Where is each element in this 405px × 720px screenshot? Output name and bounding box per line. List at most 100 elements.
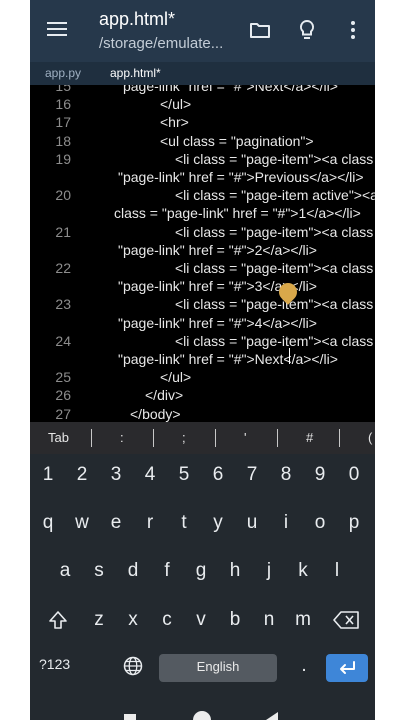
code-line: </ul> xyxy=(160,96,192,113)
file-tabs: app.py app.html* xyxy=(30,62,375,85)
symbol-key[interactable]: ; xyxy=(182,430,186,445)
line-number: 27 xyxy=(55,405,71,422)
key-r[interactable]: r xyxy=(135,512,165,534)
line-number: 23 xyxy=(55,296,71,313)
app-toolbar: app.html* /storage/emulate... xyxy=(30,0,375,62)
key-2[interactable]: 2 xyxy=(67,464,97,486)
lightbulb-icon[interactable] xyxy=(295,18,319,42)
key-s[interactable]: s xyxy=(84,560,114,582)
more-vertical-icon[interactable] xyxy=(341,18,365,42)
line-number: 18 xyxy=(55,132,71,149)
symbol-key[interactable]: ' xyxy=(244,430,246,445)
key-k[interactable]: k xyxy=(288,560,318,582)
enter-key[interactable] xyxy=(326,654,368,682)
file-path: /storage/emulate... xyxy=(99,35,224,52)
symbol-key[interactable]: : xyxy=(120,430,124,445)
key-p[interactable]: p xyxy=(339,512,369,534)
key-h[interactable]: h xyxy=(220,560,250,582)
key-9[interactable]: 9 xyxy=(305,464,335,486)
code-editor[interactable]: 15 16 17 18 19 20 21 22 23 24 25 26 27 "page-link" h… xyxy=(30,85,375,422)
phone-screen: app.html* /storage/emulate... app.py app… xyxy=(30,0,375,720)
nav-back-button[interactable] xyxy=(266,712,278,720)
key-l[interactable]: l xyxy=(322,560,352,582)
symbol-separator xyxy=(277,429,278,447)
code-line: <li class = "page-item"><a class = xyxy=(175,332,375,349)
code-line: "page-link" href = "#">Next</a></li> xyxy=(118,85,338,94)
code-line: <li class = "page-item"><a class = xyxy=(175,150,375,167)
key-6[interactable]: 6 xyxy=(203,464,233,486)
key-8[interactable]: 8 xyxy=(271,464,301,486)
symbol-separator xyxy=(339,429,340,447)
symbol-key[interactable]: # xyxy=(306,430,313,445)
enter-icon xyxy=(340,661,355,674)
symbol-key[interactable]: ( xyxy=(368,430,372,445)
key-m[interactable]: m xyxy=(288,609,318,631)
key-c[interactable]: c xyxy=(152,609,182,631)
backspace-icon[interactable] xyxy=(333,611,359,629)
code-line: </body> xyxy=(130,405,181,422)
key-n[interactable]: n xyxy=(254,609,284,631)
key-0[interactable]: 0 xyxy=(339,464,369,486)
line-number: 22 xyxy=(55,260,71,276)
space-bar[interactable]: English xyxy=(159,654,277,682)
code-line: <ul class = "pagination"> xyxy=(160,132,314,149)
hamburger-menu-icon[interactable] xyxy=(47,21,67,37)
key-t[interactable]: t xyxy=(169,512,199,534)
line-number: 21 xyxy=(55,223,71,240)
key-g[interactable]: g xyxy=(186,560,216,582)
symbol-separator xyxy=(153,429,154,447)
code-line: <li class = "page-item"><a class = xyxy=(175,223,375,240)
code-line: "page-link" href = "#">4</a></li> xyxy=(118,314,317,331)
code-line: class = "page-link" href = "#">1</a></li… xyxy=(114,205,361,222)
symbols-key[interactable]: ?123 xyxy=(39,656,70,672)
key-v[interactable]: v xyxy=(186,609,216,631)
key-period[interactable]: . xyxy=(289,655,319,677)
key-5[interactable]: 5 xyxy=(169,464,199,486)
key-o[interactable]: o xyxy=(305,512,335,534)
key-z[interactable]: z xyxy=(84,609,114,631)
key-w[interactable]: w xyxy=(67,512,97,534)
code-line: "page-link" href = "#">Previous</a></li> xyxy=(118,169,364,185)
symbol-separator xyxy=(91,429,92,447)
shift-icon[interactable] xyxy=(47,609,69,631)
key-7[interactable]: 7 xyxy=(237,464,267,486)
line-number: 16 xyxy=(55,96,71,113)
line-number: 15 xyxy=(55,85,71,94)
code-line: <hr> xyxy=(160,114,189,131)
line-number: 25 xyxy=(55,369,71,386)
symbol-separator xyxy=(215,429,216,447)
key-1[interactable]: 1 xyxy=(33,464,63,486)
key-a[interactable]: a xyxy=(50,560,80,582)
key-j[interactable]: j xyxy=(254,560,284,582)
line-number: 24 xyxy=(55,332,71,349)
key-f[interactable]: f xyxy=(152,560,182,582)
key-q[interactable]: q xyxy=(33,512,63,534)
code-line: </div> xyxy=(145,387,184,404)
line-number: 26 xyxy=(55,387,71,404)
code-line: <li class = "page-item"><a class = xyxy=(175,296,375,313)
file-title: app.html* xyxy=(99,9,176,29)
key-e[interactable]: e xyxy=(101,512,131,534)
code-line: "page-link" href = "#">Next</a></li> xyxy=(118,351,338,367)
key-3[interactable]: 3 xyxy=(101,464,131,486)
key-x[interactable]: x xyxy=(118,609,148,631)
code-line: <li class = "page-item active"><a xyxy=(175,187,375,204)
tab-app-html[interactable]: app.html* xyxy=(110,66,161,80)
key-4[interactable]: 4 xyxy=(135,464,165,486)
key-u[interactable]: u xyxy=(237,512,267,534)
globe-icon[interactable] xyxy=(122,655,144,677)
line-number: 20 xyxy=(55,187,71,204)
nav-recents-button[interactable] xyxy=(124,714,136,720)
soft-keyboard: ?123 English . 1234567890 qwertyuiop asdfg… xyxy=(30,454,375,720)
line-number: 17 xyxy=(55,114,71,131)
tab-app-py[interactable]: app.py xyxy=(45,66,81,80)
line-number: 19 xyxy=(55,150,71,167)
key-d[interactable]: d xyxy=(118,560,148,582)
key-b[interactable]: b xyxy=(220,609,250,631)
symbol-key[interactable]: Tab xyxy=(48,430,69,445)
key-i[interactable]: i xyxy=(271,512,301,534)
space-bar-label: English xyxy=(196,659,240,674)
key-y[interactable]: y xyxy=(203,512,233,534)
symbol-bar: Tab:; ' # ( xyxy=(30,422,375,454)
folder-icon[interactable] xyxy=(248,18,272,42)
